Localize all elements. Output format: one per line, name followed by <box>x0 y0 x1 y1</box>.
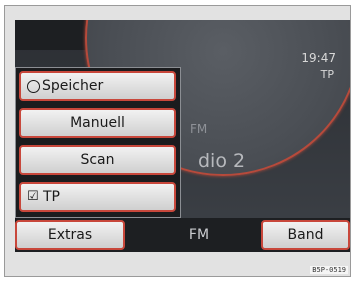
menu-item-manuell[interactable]: Manuell <box>19 108 176 138</box>
figure-frame: 19:47 TP FM dio 2 Speicher Manuell Scan … <box>4 5 351 277</box>
figure-code: B5P-0519 <box>310 266 348 274</box>
checkmark-icon: ☑ <box>27 189 39 204</box>
extras-button[interactable]: Extras <box>15 220 125 250</box>
band-display: FM <box>188 227 210 243</box>
band-label: FM <box>190 122 208 136</box>
clock: 19:47 <box>301 51 336 65</box>
radio-circle-icon <box>27 79 40 93</box>
menu-item-speicher[interactable]: Speicher <box>19 71 176 101</box>
band-button[interactable]: Band <box>261 220 350 250</box>
menu-item-label: Speicher <box>42 78 104 94</box>
menu-item-tp[interactable]: ☑ TP <box>19 182 176 212</box>
station-name: dio 2 <box>198 150 246 172</box>
band-button-label: Band <box>287 227 324 243</box>
menu-item-label: TP <box>43 189 60 205</box>
menu-item-label: Scan <box>80 152 115 168</box>
extras-button-label: Extras <box>47 227 93 243</box>
bottom-bar: Extras FM Band <box>15 218 350 252</box>
menu-item-scan[interactable]: Scan <box>19 145 176 175</box>
extras-menu: Speicher Manuell Scan ☑ TP <box>15 67 181 218</box>
tp-indicator: TP <box>320 68 334 81</box>
menu-item-label: Manuell <box>70 115 125 131</box>
